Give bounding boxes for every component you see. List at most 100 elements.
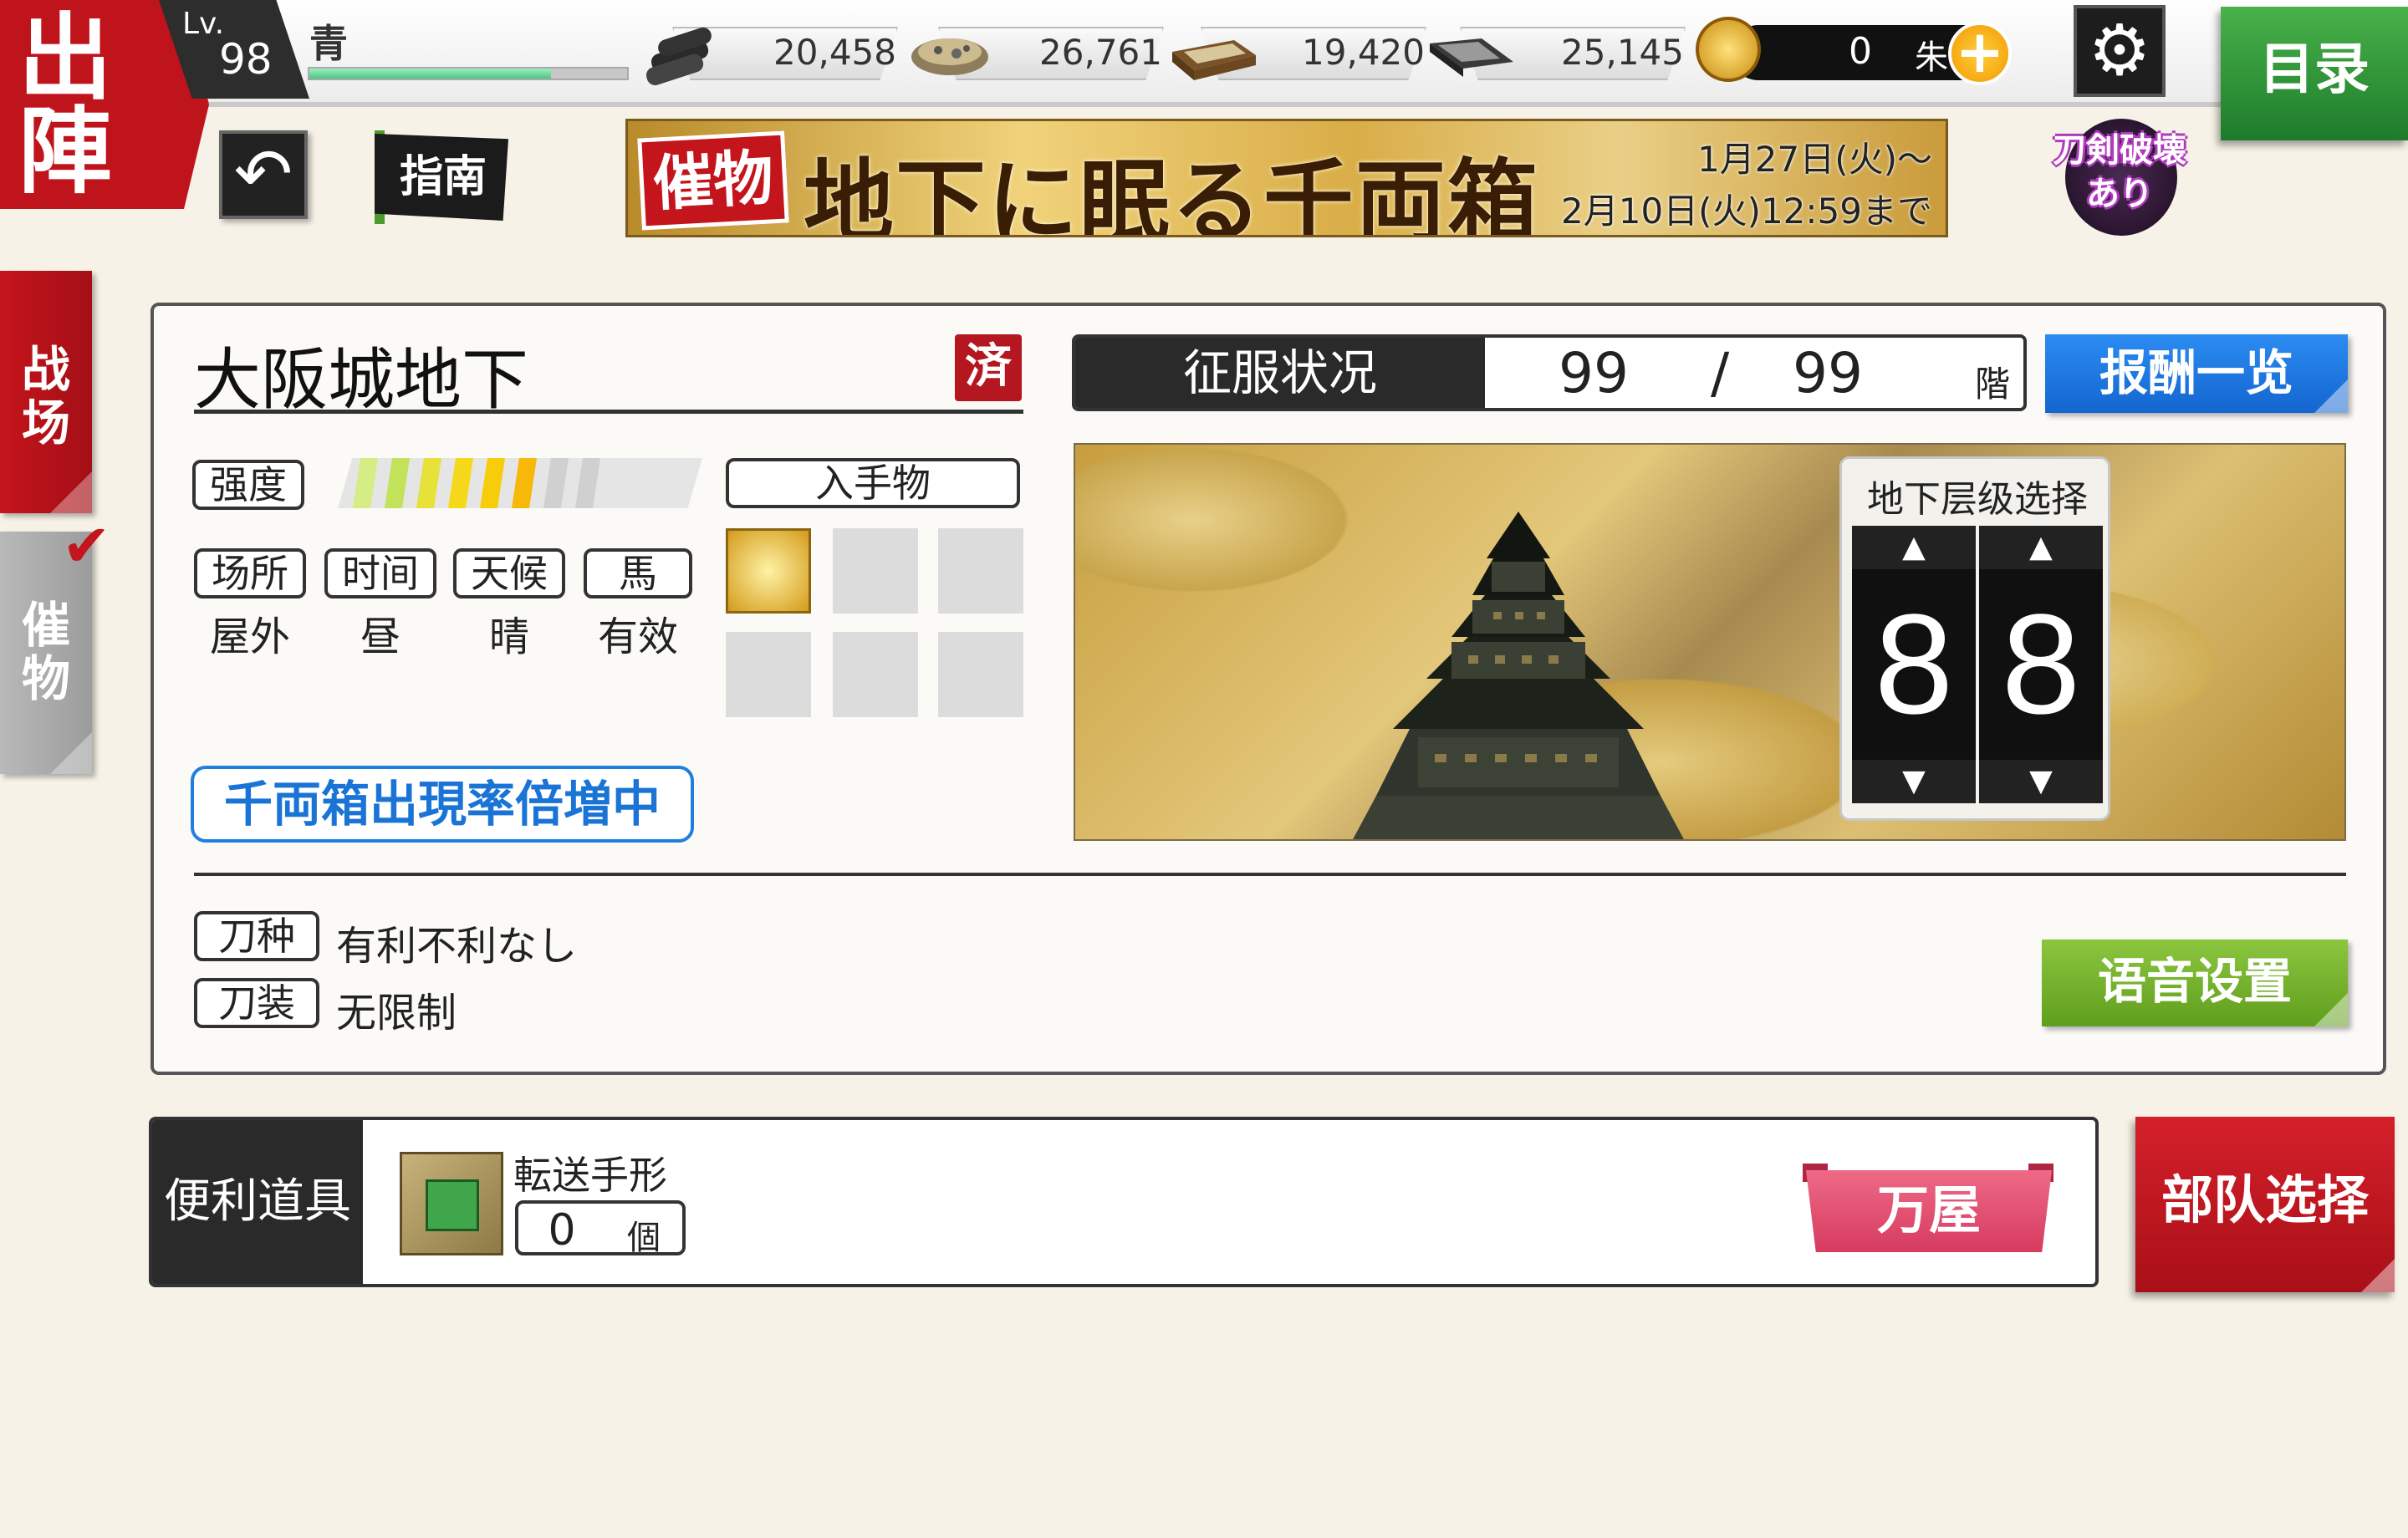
settings-button[interactable]: ⚙	[2074, 5, 2166, 97]
tens-digit: 8	[1874, 585, 1954, 744]
conquest-status: 征服状况 99 / 99 階	[1072, 334, 2027, 411]
coin-value: 0	[1849, 30, 1872, 73]
resource-charcoal: 20,458	[639, 18, 915, 89]
squad-select-button[interactable]: 部队选择	[2135, 1117, 2395, 1292]
add-coins-button[interactable]: +	[1948, 22, 2012, 85]
resource-value: 19,420	[1302, 32, 1425, 73]
resource-value: 26,761	[1039, 32, 1162, 73]
rule-value: 有利不利なし	[336, 923, 578, 970]
tab-label: 催物	[21, 597, 70, 707]
level-label: Lv.	[182, 7, 225, 41]
stage-title: 大阪城地下	[194, 341, 528, 419]
resource-whetstone: 25,145	[1426, 18, 1702, 89]
rewards-label: 报酬一览	[2099, 344, 2293, 401]
transfer-pass-icon[interactable]	[400, 1152, 503, 1255]
gold-box-item-icon[interactable]	[726, 528, 811, 614]
cooling-box-icon	[1172, 40, 1256, 80]
level-value: 98	[219, 35, 273, 84]
condition-value: 有效	[597, 614, 678, 660]
tab-corner	[50, 732, 92, 774]
strength-label: 强度	[192, 460, 304, 510]
item-slot	[726, 632, 811, 717]
condition-value: 昼	[360, 614, 400, 660]
strength-segment	[543, 458, 569, 508]
floor-selector: 地下层级选择 ▲ 8 ▼ ▲ 8 ▼	[1839, 456, 2110, 821]
tens-up-button[interactable]: ▲	[1852, 526, 1976, 569]
rule-label: 刀装	[194, 978, 319, 1028]
steel-ore-icon	[911, 38, 988, 75]
strength-segment	[448, 458, 473, 508]
event-tag: 催物	[637, 130, 789, 231]
badge-line-1: 刀剣破壊	[2053, 130, 2186, 170]
button-corner	[2361, 1259, 2395, 1292]
condition-label: 馬	[584, 548, 692, 598]
voice-settings-label: 语音设置	[2097, 953, 2292, 1010]
event-date-end: 2月10日(火)12:59まで	[1561, 191, 1932, 232]
strength-segment	[575, 458, 600, 508]
item-name: 転送手形	[513, 1153, 667, 1198]
back-button[interactable]: ↶	[219, 130, 308, 219]
tab-label: 战场	[21, 341, 70, 451]
event-banner[interactable]: 催物 地下に眠る千両箱 1月27日(火)〜 2月10日(火)12:59まで	[625, 119, 1948, 237]
shop-button[interactable]: 万屋	[1806, 1170, 2052, 1252]
condition-label: 天候	[453, 548, 565, 598]
resource-value: 25,145	[1561, 32, 1684, 73]
gold-coin-icon	[1696, 17, 1761, 82]
item-unit: 個	[627, 1219, 661, 1257]
rule-value: 无限制	[336, 990, 457, 1036]
tab-corner	[50, 471, 92, 513]
ones-up-button[interactable]: ▲	[1979, 526, 2103, 569]
strength-segment	[353, 458, 378, 508]
floor-selector-label: 地下层级选择	[1867, 478, 2088, 521]
strength-segment	[512, 458, 537, 508]
strength-gauge	[338, 458, 702, 508]
button-corner	[2314, 379, 2348, 413]
item-slot	[833, 528, 918, 614]
badge-text: 刀剣破壊 あり	[2033, 129, 2206, 216]
stage-map-image[interactable]	[1074, 443, 2346, 841]
menu-button[interactable]: 目录	[2221, 7, 2408, 140]
strength-segment	[416, 458, 441, 508]
back-arrow-icon: ↶	[233, 133, 293, 215]
sortie-char-2: 陣	[18, 97, 112, 206]
item-slot	[938, 632, 1023, 717]
floor-digit-tens: ▲ 8 ▼	[1852, 526, 1976, 803]
tens-down-button[interactable]: ▼	[1852, 760, 1976, 803]
resource-value: 20,458	[773, 32, 896, 73]
castle-illustration	[1353, 512, 1684, 839]
player-name: 青	[309, 21, 348, 66]
condition-value: 屋外	[209, 614, 290, 660]
item-slot	[833, 632, 918, 717]
coin-unit: 朱	[1915, 38, 1948, 77]
whetstone-icon	[1430, 38, 1513, 77]
rewards-list-button[interactable]: 报酬一览	[2045, 334, 2348, 413]
tab-battlefield[interactable]: 战场	[0, 271, 92, 513]
conquest-unit: 階	[1975, 364, 2011, 405]
resource-cooling: 19,420	[1167, 18, 1443, 89]
condition-label: 场所	[194, 548, 306, 598]
exp-bar-fill	[309, 69, 551, 79]
item-count: 0	[548, 1205, 576, 1255]
badge-line-2: あり	[2086, 174, 2153, 213]
pass-tag-shape	[426, 1179, 479, 1231]
guide-button[interactable]: 指南	[375, 134, 508, 221]
event-date-start: 1月27日(火)〜	[1697, 139, 1932, 180]
sword-destruction-badge: 刀剣破壊 あり	[2033, 119, 2206, 236]
resource-steel: 26,761	[905, 18, 1181, 89]
item-count-box: 0 個	[515, 1200, 686, 1257]
button-corner	[2314, 993, 2348, 1026]
obtain-label: 入手物	[726, 458, 1020, 508]
voice-settings-button[interactable]: 语音设置	[2042, 940, 2348, 1026]
ones-digit: 8	[2001, 585, 2081, 744]
strength-segment	[480, 458, 505, 508]
gold-box-boost-button[interactable]: 千両箱出現率倍増中	[191, 766, 694, 843]
condition-value: 晴	[488, 614, 529, 660]
conquest-label: 征服状况	[1075, 338, 1485, 408]
conquest-separator: /	[1711, 341, 1730, 405]
items-bar-label: 便利道具	[152, 1120, 363, 1284]
section-divider	[194, 873, 2346, 876]
cleared-badge: 済	[955, 334, 1022, 401]
gear-icon: ⚙	[2088, 9, 2151, 91]
ones-down-button[interactable]: ▼	[1979, 760, 2103, 803]
strength-segment	[385, 458, 410, 508]
